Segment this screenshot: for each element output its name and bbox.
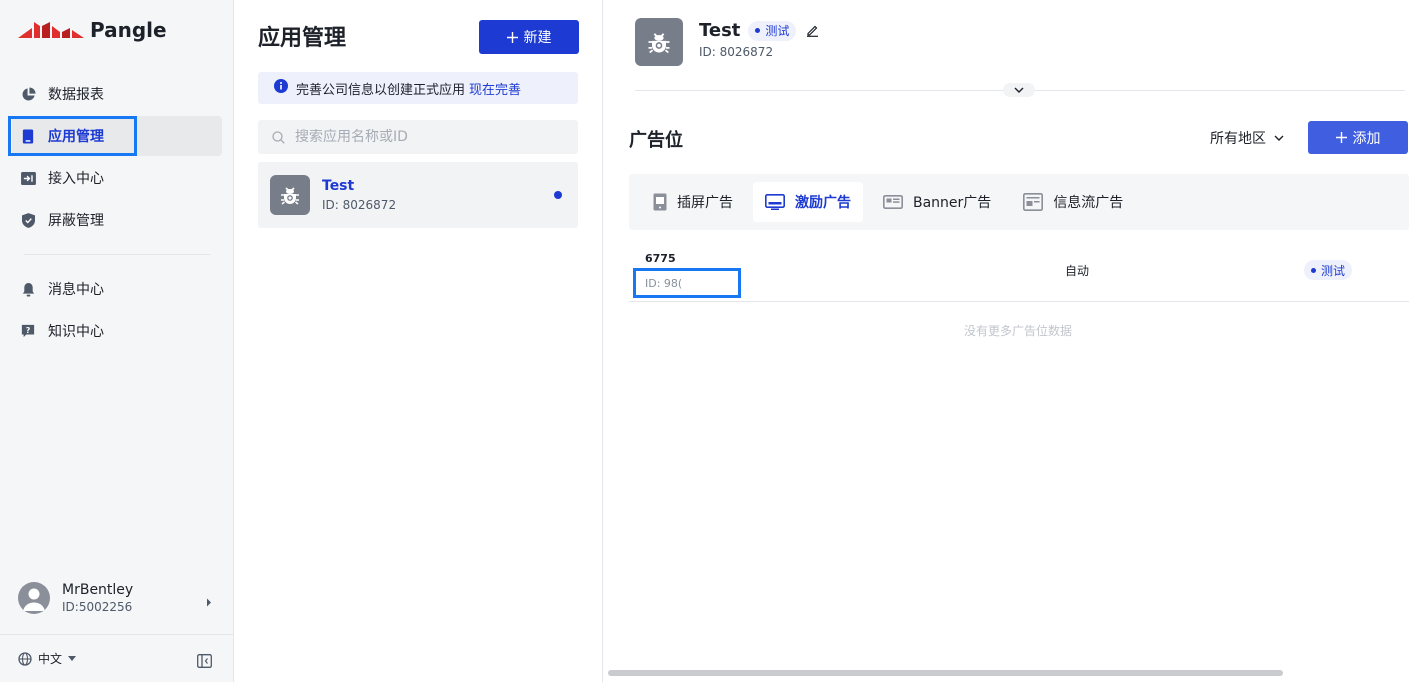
user-name: MrBentley (62, 582, 134, 598)
empty-list-text: 没有更多广告位数据 (963, 324, 1072, 338)
sidebar-item-knowledge[interactable]: ? 知识中心 (12, 311, 222, 351)
slot-id: ID: 98( (645, 276, 683, 290)
tab-feed[interactable]: 信息流广告 (1011, 182, 1135, 222)
status-badge-label: 测试 (1321, 263, 1346, 278)
avatar (18, 582, 50, 614)
selection-highlight-box (8, 116, 137, 156)
logo-text: Pangle (90, 18, 167, 42)
tab-rewarded[interactable]: 激励广告 (753, 182, 863, 222)
feed-icon (1023, 193, 1044, 211)
table-row[interactable]: 6775 ID: 98( 自动 测试 (629, 244, 1409, 302)
shield-icon (20, 212, 36, 228)
chevron-down-icon (1014, 87, 1024, 93)
status-badge-label: 测试 (765, 24, 790, 38)
sidebar-item-messages[interactable]: 消息中心 (12, 269, 222, 309)
selected-dot (554, 191, 562, 199)
question-message-icon: ? (20, 323, 36, 339)
sidebar-item-label: 数据报表 (48, 87, 104, 103)
app-search (258, 120, 578, 154)
sidebar-item-block-management[interactable]: 屏蔽管理 (12, 200, 222, 240)
integration-icon (20, 170, 36, 186)
add-slot-button[interactable]: 添加 (1308, 121, 1408, 154)
sidebar-item-label: 知识中心 (48, 324, 104, 340)
interstitial-icon (653, 193, 667, 211)
caret-down-icon (68, 656, 77, 661)
pangle-logo-icon (18, 22, 84, 38)
app-id: ID: 8026872 (699, 45, 774, 59)
search-input[interactable] (295, 129, 555, 145)
sidebar-item-app-management[interactable]: 应用管理 (8, 116, 222, 156)
user-profile[interactable]: MrBentley ID:5002256 (18, 578, 218, 618)
sidebar-item-reports[interactable]: 数据报表 (12, 74, 222, 114)
status-dot (755, 28, 761, 33)
plus-icon (1335, 132, 1347, 143)
sidebar: Pangle 数据报表 应用管理 接入中心 屏蔽管理 消息中心 ? 知识中心 M… (0, 0, 234, 682)
svg-text:?: ? (26, 326, 31, 335)
globe-icon (18, 651, 32, 666)
tab-banner[interactable]: Banner广告 (871, 182, 1003, 222)
status-badge: 测试 (1304, 260, 1353, 280)
company-info-notice: 完善公司信息以创建正式应用 现在完善 (258, 72, 578, 104)
caret-right-icon (206, 592, 212, 611)
slot-mode: 自动 (1065, 264, 1090, 278)
chevron-down-icon (1274, 135, 1284, 141)
collapse-sidebar-icon[interactable] (197, 653, 212, 672)
plus-icon (506, 31, 518, 43)
bell-icon (20, 281, 36, 297)
region-filter-dropdown[interactable]: 所有地区 (1210, 128, 1284, 148)
complete-info-link[interactable]: 现在完善 (469, 79, 521, 98)
app-detail-panel: Test 测试 ID: 8026872 广告位 所有地区 添加 插屏广告 激励广… (603, 0, 1428, 682)
banner-icon (883, 195, 903, 209)
sidebar-item-label: 屏蔽管理 (48, 213, 104, 229)
edit-icon[interactable] (806, 24, 819, 37)
language-selector[interactable]: 中文 (18, 650, 77, 667)
app-icon (635, 18, 683, 66)
new-app-button[interactable]: 新建 (479, 20, 579, 54)
rewarded-video-icon (765, 194, 785, 210)
language-label: 中文 (38, 652, 63, 666)
user-icon (23, 588, 45, 611)
slot-name: 6775 (645, 252, 676, 265)
slot-id-highlight-box: ID: 98( (633, 268, 741, 298)
horizontal-scrollbar[interactable] (608, 670, 1283, 676)
ad-type-tabs: 插屏广告 激励广告 Banner广告 信息流广告 (629, 174, 1409, 230)
app-title: Test (699, 20, 741, 41)
status-dot (1311, 267, 1316, 273)
sidebar-item-label: 消息中心 (48, 282, 104, 298)
nav-divider (24, 254, 210, 255)
tab-label: 激励广告 (795, 195, 851, 211)
page-title: 应用管理 (258, 26, 347, 51)
tab-interstitial[interactable]: 插屏广告 (641, 182, 745, 222)
pangle-logo[interactable]: Pangle (18, 16, 167, 44)
region-filter-label: 所有地区 (1210, 131, 1266, 147)
bug-icon (281, 187, 299, 205)
pie-chart-icon (20, 86, 36, 102)
sidebar-item-integration[interactable]: 接入中心 (12, 158, 222, 198)
app-id: ID: 8026872 (322, 198, 397, 212)
info-icon (274, 79, 288, 97)
new-app-label: 新建 (523, 30, 552, 46)
app-name: Test (322, 178, 355, 194)
add-slot-label: 添加 (1352, 130, 1381, 147)
search-icon (272, 130, 285, 144)
section-title: 广告位 (629, 130, 683, 151)
app-list-item[interactable]: Test ID: 8026872 (258, 162, 578, 228)
sidebar-item-label: 接入中心 (48, 171, 104, 187)
tab-label: Banner广告 (913, 195, 992, 211)
expand-details-button[interactable] (1003, 83, 1035, 97)
sidebar-nav: 数据报表 应用管理 接入中心 屏蔽管理 消息中心 ? 知识中心 (0, 72, 234, 353)
sidebar-footer: 中文 (0, 634, 234, 682)
user-id: ID:5002256 (62, 600, 133, 614)
app-icon (270, 175, 310, 215)
bug-icon (648, 33, 670, 54)
notice-text: 完善公司信息以创建正式应用 (296, 82, 466, 98)
app-list-panel: 应用管理 新建 完善公司信息以创建正式应用 现在完善 Test ID: 8026… (234, 0, 603, 682)
tab-label: 插屏广告 (677, 195, 733, 211)
app-header: Test 测试 ID: 8026872 (635, 18, 819, 66)
tab-label: 信息流广告 (1053, 195, 1124, 211)
status-badge: 测试 (748, 20, 797, 41)
